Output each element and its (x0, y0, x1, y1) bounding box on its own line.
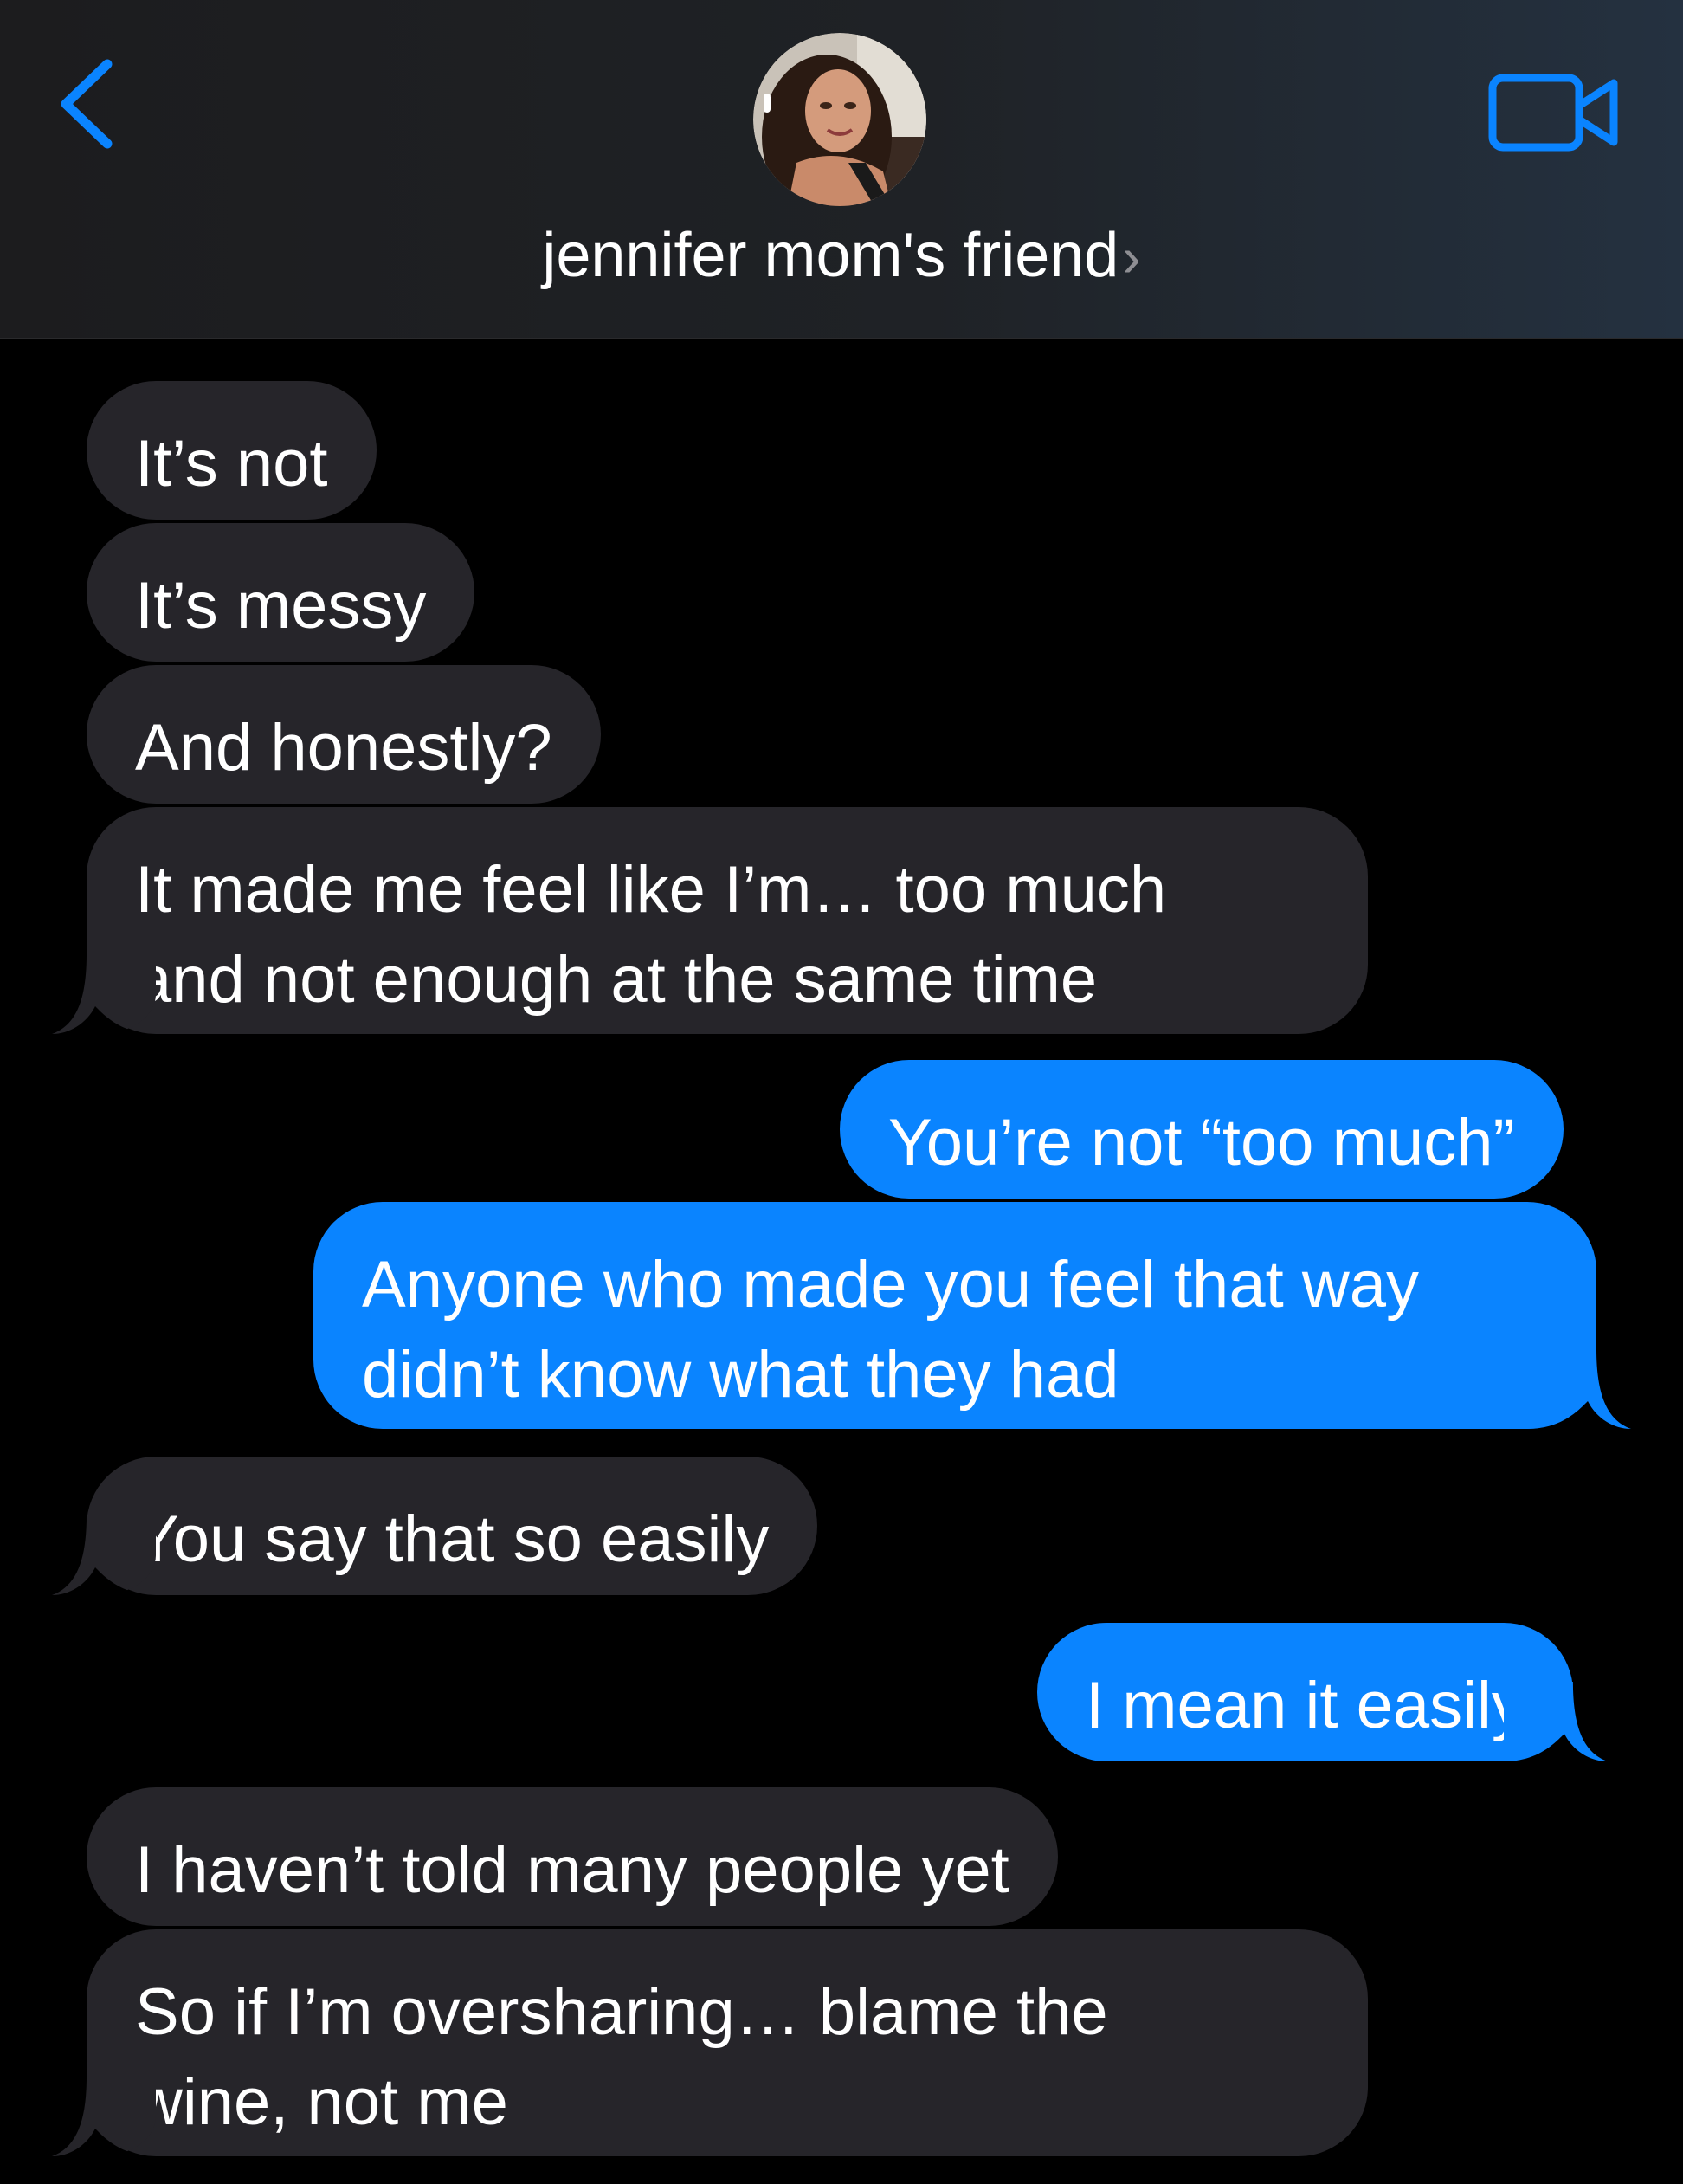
message-text: And honestly? (135, 711, 552, 785)
message-text: It’s not (135, 427, 328, 501)
message-text-line: and not enough at the same time (135, 943, 1098, 1017)
message-bubble-outgoing[interactable]: Anyone who made you feel that way didn’t… (313, 1202, 1596, 1429)
conversation-header: jennifer mom's friend› (0, 0, 1683, 339)
message-text-line: wine, not me (135, 2065, 508, 2139)
message-text: You’re not “too much” (888, 1106, 1515, 1179)
message-bubble-incoming[interactable]: It’s messy (87, 523, 475, 662)
avatar[interactable] (753, 33, 926, 206)
video-call-button[interactable] (1487, 62, 1626, 165)
message-text-line: didn’t know what they had (362, 1338, 1119, 1412)
message-bubble-incoming[interactable]: And honestly? (87, 665, 601, 804)
message-bubble-incoming[interactable]: I haven’t told many people yet (87, 1787, 1058, 1926)
contact-name: jennifer mom's friend (542, 221, 1119, 290)
message-text: You say that so easily (135, 1502, 770, 1576)
message-bubble-incoming[interactable]: It’s not (87, 381, 377, 520)
message-bubble-incoming[interactable]: It made me feel like I’m… too much and n… (87, 807, 1368, 1034)
message-text: It’s messy (135, 569, 427, 643)
message-bubble-incoming[interactable]: You say that so easily (87, 1457, 818, 1595)
chevron-left-icon (61, 59, 113, 149)
message-bubble-outgoing[interactable]: I mean it easily (1037, 1623, 1573, 1761)
message-text: I mean it easily (1086, 1669, 1525, 1742)
back-button[interactable] (50, 52, 128, 156)
message-text: I haven’t told many people yet (135, 1833, 1009, 1907)
message-bubble-incoming[interactable]: So if I’m oversharing… blame the wine, n… (87, 1929, 1368, 2156)
message-text-line: It made me feel like I’m… too much (135, 853, 1167, 927)
video-camera-icon (1488, 74, 1618, 152)
contact-photo (753, 33, 926, 206)
message-bubble-outgoing[interactable]: You’re not “too much” (840, 1060, 1564, 1199)
message-thread[interactable]: It’s not It’s messy And honestly? It mad… (0, 338, 1683, 2184)
contact-name-button[interactable]: jennifer mom's friend› (0, 216, 1683, 296)
message-text-line: So if I’m oversharing… blame the (135, 1975, 1108, 2049)
chevron-right-icon: › (1122, 226, 1141, 288)
message-text-line: Anyone who made you feel that way (362, 1248, 1419, 1321)
